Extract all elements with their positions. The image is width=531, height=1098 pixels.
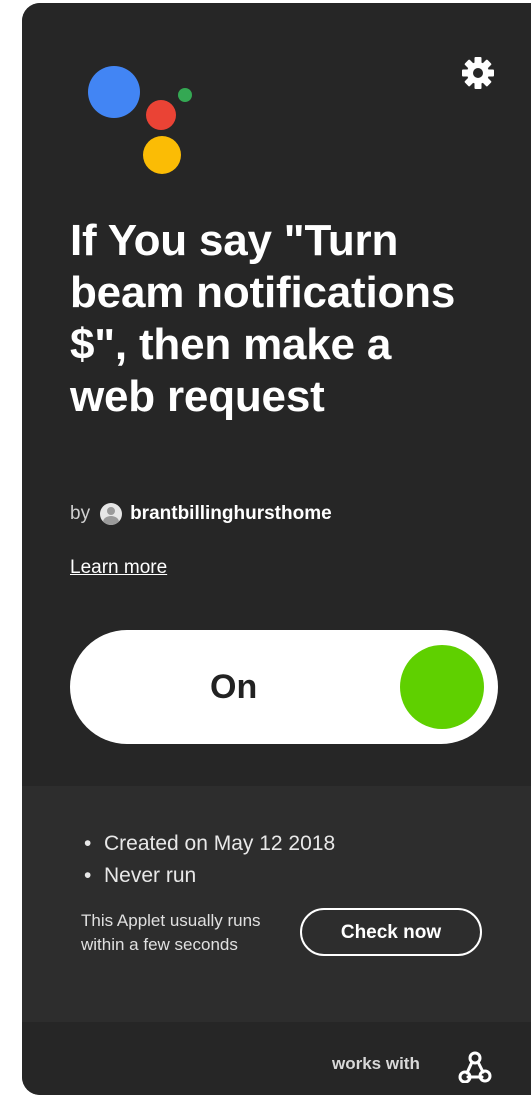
applet-title: If You say "Turn beam notifications $", … [70, 216, 456, 421]
avatar [100, 503, 123, 525]
learn-more-link[interactable]: Learn more [70, 557, 167, 579]
assistant-yellow-dot [143, 136, 181, 174]
assistant-red-dot [146, 100, 176, 130]
applet-byline: by brantbillinghursthome [70, 501, 332, 527]
run-status: Never run [84, 860, 335, 892]
toggle-label: On [210, 668, 258, 706]
applet-footer: works with [22, 1022, 531, 1095]
created-date: Created on May 12 2018 [84, 828, 335, 860]
applet-header: If You say "Turn beam notifications $", … [22, 3, 531, 786]
google-assistant-logo [88, 66, 192, 174]
applet-meta-list: Created on May 12 2018 Never run [84, 828, 335, 892]
runs-note: This Applet usually runs within a few se… [81, 911, 261, 954]
assistant-blue-dot [88, 66, 140, 118]
webhook-icon [458, 1051, 492, 1083]
author-name[interactable]: brantbillinghursthome [130, 503, 332, 525]
check-now-button[interactable]: Check now [300, 908, 482, 956]
assistant-green-dot [178, 88, 192, 102]
applet-details: Created on May 12 2018 Never run This Ap… [22, 786, 531, 1022]
by-label: by [70, 503, 91, 524]
applet-toggle[interactable]: On [70, 630, 498, 744]
toggle-knob[interactable] [400, 645, 484, 729]
applet-card: If You say "Turn beam notifications $", … [22, 3, 531, 1095]
gear-icon[interactable] [458, 53, 498, 93]
works-with-label: works with [332, 1054, 420, 1073]
